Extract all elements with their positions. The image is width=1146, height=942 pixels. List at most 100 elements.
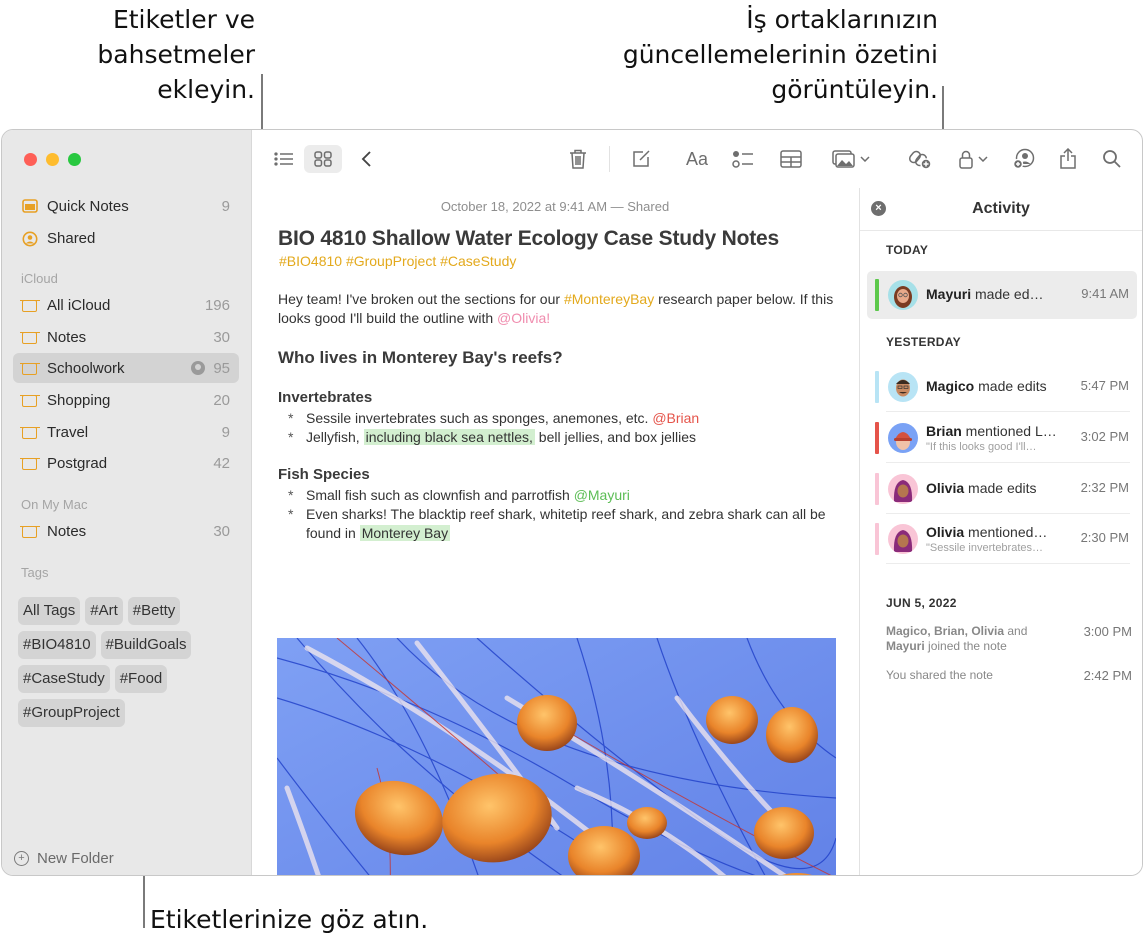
sidebar-item-shopping[interactable]: Shopping 20 (13, 385, 239, 415)
activity-item: You shared the note 2:42 PM (886, 668, 1132, 683)
note-editor[interactable]: October 18, 2022 at 9:41 AM — Shared BIO… (252, 188, 858, 875)
tag-bio4810[interactable]: #BIO4810 (18, 631, 96, 659)
sidebar-item-count: 42 (213, 454, 230, 472)
sidebar-item-quick-notes[interactable]: Quick Notes 9 (13, 191, 239, 221)
callout-line: bahsetmeler (97, 40, 255, 69)
sidebar-item-shared[interactable]: Shared (13, 223, 239, 253)
collaborator-name: Magico (926, 378, 975, 394)
activity-title: Activity (972, 200, 1030, 217)
activity-time: 2:30 PM (1080, 530, 1129, 545)
divider (886, 411, 1130, 412)
checklist-button[interactable] (730, 145, 756, 173)
share-button[interactable] (1056, 145, 1080, 173)
activity-item[interactable]: Olivia made edits 2:32 PM (867, 465, 1137, 513)
compose-icon (633, 150, 650, 167)
text-run: Sessile invertebrates such as sponges, a… (306, 410, 653, 426)
compose-button[interactable] (629, 145, 653, 173)
format-button[interactable]: Aa (680, 145, 714, 173)
highlighted-edit: Monterey Bay (359, 525, 451, 541)
share-icon (1060, 148, 1076, 169)
sidebar-item-label: Notes (47, 328, 87, 346)
new-folder-button[interactable]: + New Folder (14, 850, 114, 867)
mention-mayuri[interactable]: @Mayuri (574, 487, 630, 503)
bullet-text: Small fish such as clownfish and parrotf… (288, 486, 848, 505)
zoom-window-button[interactable] (68, 153, 81, 166)
bullet-item: * Jellyfish, including black sea nettles… (288, 428, 848, 447)
list-view-button[interactable] (270, 145, 298, 173)
note-intro-paragraph: Hey team! I've broken out the sections f… (278, 290, 838, 328)
divider (886, 513, 1130, 514)
activity-section-jun-5: JUN 5, 2022 (886, 596, 957, 610)
minimize-window-button[interactable] (46, 153, 59, 166)
bullet-item: * Small fish such as clownfish and parro… (288, 486, 848, 505)
toolbar-separator (609, 146, 610, 172)
jellyfish-photo[interactable] (277, 638, 836, 875)
notes-window: Quick Notes 9 Shared iCloud All iCloud 1… (1, 129, 1143, 876)
note-tags[interactable]: #BIO4810 #GroupProject #CaseStudy (279, 253, 516, 269)
callout-activity: İş ortaklarınızın güncellemelerinin özet… (560, 2, 938, 107)
activity-time: 2:42 PM (1083, 668, 1132, 683)
mention-olivia[interactable]: @Olivia! (497, 310, 550, 326)
tag-all-tags[interactable]: All Tags (18, 597, 81, 625)
tag-art[interactable]: #Art (85, 597, 123, 625)
folder-icon (22, 456, 38, 470)
bullet-marker: * (288, 429, 294, 445)
activity-item[interactable]: Brian mentioned L… "If this looks good I… (867, 414, 1137, 462)
tag-buildgoals[interactable]: #BuildGoals (100, 631, 192, 659)
media-button[interactable] (828, 145, 874, 173)
activity-action: made ed… (971, 286, 1044, 302)
sidebar-item-schoolwork[interactable]: Schoolwork 95 (13, 353, 239, 383)
collaborator-name: Mayuri (886, 639, 925, 653)
activity-time: 3:00 PM (1083, 624, 1132, 639)
tag-betty[interactable]: #Betty (127, 597, 181, 625)
activity-item[interactable]: Mayuri made ed… 9:41 AM (867, 271, 1137, 319)
search-button[interactable] (1100, 145, 1124, 173)
collaborator-name: Olivia (926, 480, 965, 496)
collaborator-name: Brian (926, 423, 962, 439)
bullet-item: * Even sharks! The blacktip reef shark, … (288, 505, 828, 543)
delete-button[interactable] (566, 145, 590, 173)
folder-icon (22, 524, 38, 538)
sidebar-item-travel[interactable]: Travel 9 (13, 417, 239, 447)
sidebar-item-mac-notes[interactable]: Notes 30 (13, 516, 239, 546)
bullet-text: Sessile invertebrates such as sponges, a… (288, 409, 848, 428)
highlighted-edit: including black sea nettles, (363, 429, 535, 445)
list-view-icon (274, 152, 293, 166)
table-button[interactable] (778, 145, 804, 173)
sidebar-item-label: Travel (47, 423, 89, 441)
callout-tags-mentions: Etiketler ve bahsetmeler ekleyin. (60, 2, 255, 107)
tag-groupproject[interactable]: #GroupProject (18, 699, 125, 727)
mention-brian[interactable]: @Brian (652, 410, 699, 426)
lock-button[interactable] (954, 145, 992, 173)
callout-browse-tags: Etiketlerinize göz atın. (150, 905, 429, 934)
sidebar-item-postgrad[interactable]: Postgrad 42 (13, 448, 239, 478)
bullet-text: Jellyfish, including black sea nettles, … (288, 428, 848, 447)
participants-button[interactable] (1010, 145, 1038, 173)
sidebar-item-label: Shared (47, 229, 96, 247)
activity-header: × Activity (860, 188, 1142, 231)
bullet-marker: * (288, 410, 294, 426)
activity-item[interactable]: Olivia mentioned… "Sessile invertebrates… (867, 515, 1137, 563)
shared-person-icon (22, 231, 38, 247)
activity-item: Magico, Brian, Olivia and Mayuri joined … (886, 624, 1132, 654)
sidebar-item-all-icloud[interactable]: All iCloud 196 (13, 290, 239, 320)
activity-time: 5:47 PM (1080, 378, 1129, 393)
close-window-button[interactable] (24, 153, 37, 166)
text-run: Hey team! I've broken out the sections f… (278, 291, 564, 307)
activity-item[interactable]: Magico made edits 5:47 PM (867, 363, 1137, 411)
table-icon (780, 150, 802, 168)
search-icon (1103, 150, 1121, 168)
activity-text: Magico made edits (926, 378, 1071, 394)
gallery-view-button[interactable] (304, 145, 342, 173)
bullet-text: Even sharks! The blacktip reef shark, wh… (288, 505, 828, 543)
tag-casestudy[interactable]: #CaseStudy (18, 665, 110, 693)
window-controls (24, 153, 81, 166)
sidebar-item-notes[interactable]: Notes 30 (13, 322, 239, 352)
tag-food[interactable]: #Food (114, 665, 168, 693)
collaborate-button[interactable] (906, 145, 934, 173)
hashtag-montereybay[interactable]: #MontereyBay (564, 291, 654, 307)
collaborator-color-bar (875, 422, 879, 454)
activity-action: made edits (974, 378, 1047, 394)
back-button[interactable] (354, 145, 378, 173)
collaborator-names: Magico, Brian, Olivia (886, 624, 1005, 638)
